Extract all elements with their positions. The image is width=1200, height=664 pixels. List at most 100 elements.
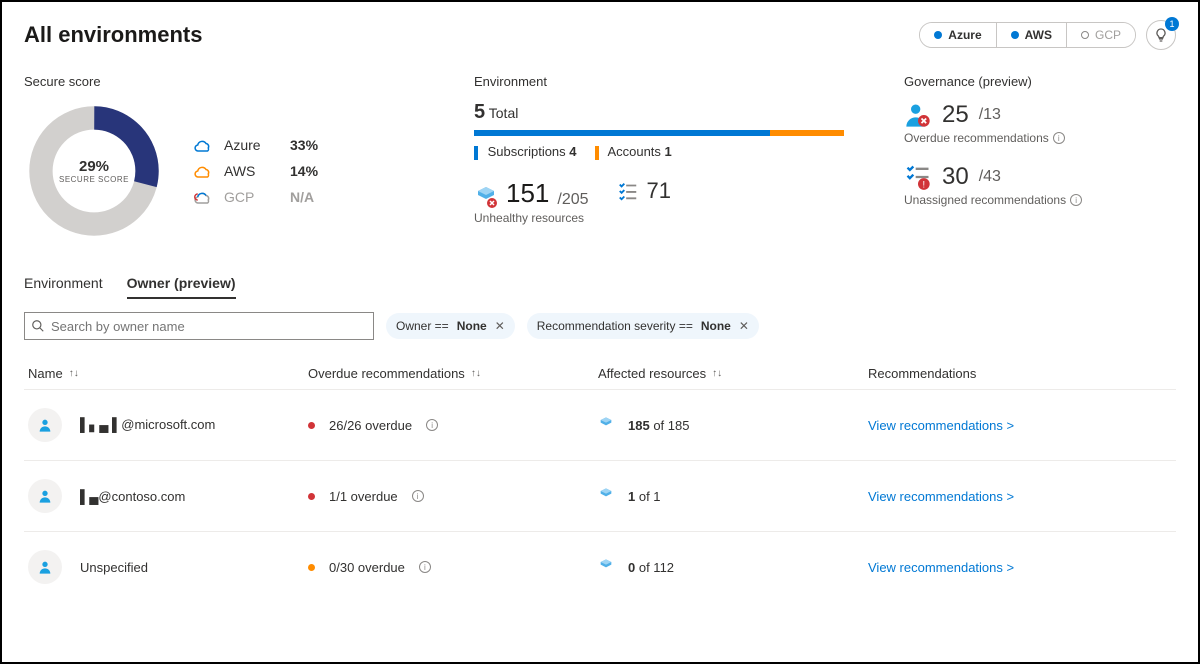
filter-gcp-label: GCP xyxy=(1095,28,1121,42)
table-row[interactable]: ▌▄@contoso.com 1/1 overdue i 1 of 1 View… xyxy=(24,460,1176,531)
environment-heading: Environment xyxy=(474,74,844,89)
resource-icon xyxy=(598,558,614,577)
insights-button[interactable]: 1 xyxy=(1146,20,1176,50)
unassigned-denom: /43 xyxy=(979,168,1001,186)
table-header: Name ↑↓ Overdue recommendations ↑↓ Affec… xyxy=(24,358,1176,389)
avatar xyxy=(28,479,62,513)
unhealthy-denom: /205 xyxy=(557,191,588,209)
filter-gcp-button[interactable]: GCP xyxy=(1066,23,1135,47)
avatar xyxy=(28,408,62,442)
legend-name: Azure xyxy=(224,137,278,153)
owner-name: ▌▄@contoso.com xyxy=(80,489,185,504)
page-title: All environments xyxy=(24,22,202,48)
filter-pill-severity[interactable]: Recommendation severity == None ✕ xyxy=(527,313,759,339)
environment-legend: Subscriptions 4 Accounts 1 xyxy=(474,144,844,160)
env-legend-label: Subscriptions xyxy=(488,144,566,159)
owner-name: Unspecified xyxy=(80,560,148,575)
close-icon[interactable]: ✕ xyxy=(495,319,505,333)
search-icon xyxy=(31,319,45,333)
filter-aws-button[interactable]: AWS xyxy=(996,23,1066,47)
column-label: Affected resources xyxy=(598,366,706,381)
close-icon[interactable]: ✕ xyxy=(739,319,749,333)
pill-label: Recommendation severity == xyxy=(537,319,693,333)
view-recommendations-link[interactable]: View recommendations > xyxy=(868,418,1014,433)
person-icon xyxy=(37,488,53,504)
info-icon[interactable]: i xyxy=(419,561,431,573)
legend-name: GCP xyxy=(224,189,278,205)
overdue-value: 1/1 overdue xyxy=(329,489,398,504)
column-recommendations: Recommendations xyxy=(868,366,1172,381)
tab-environment[interactable]: Environment xyxy=(24,269,103,299)
pill-value: None xyxy=(701,319,731,333)
env-legend-accounts: Accounts 1 xyxy=(595,144,672,160)
resources-value: 1 of 1 xyxy=(628,489,661,504)
sort-icon: ↑↓ xyxy=(471,368,481,379)
environment-total: 5 Total xyxy=(474,101,844,124)
filter-azure-label: Azure xyxy=(948,28,981,42)
secure-score-caption: SECURE SCORE xyxy=(59,175,129,184)
env-total-word: Total xyxy=(489,105,519,121)
info-icon[interactable]: i xyxy=(1070,194,1082,206)
env-legend-subscriptions: Subscriptions 4 xyxy=(474,144,577,160)
person-icon xyxy=(37,559,53,575)
insights-badge: 1 xyxy=(1165,17,1179,31)
unhealthy-resources-metric: 151/205 Unhealthy resources xyxy=(474,178,589,225)
legend-row: AWS 14% xyxy=(194,163,318,179)
filter-pill-owner[interactable]: Owner == None ✕ xyxy=(386,313,515,339)
info-icon[interactable]: i xyxy=(412,490,424,502)
severity-dot-icon xyxy=(308,422,315,429)
dot-icon xyxy=(1011,31,1019,39)
overdue-recommendations-metric: 25/13 Overdue recommendations i xyxy=(904,101,1176,145)
dot-icon xyxy=(1081,31,1089,39)
column-name[interactable]: Name ↑↓ xyxy=(28,366,308,381)
overdue-caption: Overdue recommendations xyxy=(904,131,1049,145)
column-overdue[interactable]: Overdue recommendations ↑↓ xyxy=(308,366,598,381)
unhealthy-caption: Unhealthy resources xyxy=(474,211,589,225)
column-resources[interactable]: Affected resources ↑↓ xyxy=(598,366,868,381)
legend-row: GCP N/A xyxy=(194,189,318,205)
owner-name: ▌▖▄ ▌@microsoft.com xyxy=(80,417,215,433)
table-row[interactable]: Unspecified 0/30 overdue i 0 of 112 View… xyxy=(24,531,1176,602)
checks-metric: 71 xyxy=(617,178,671,204)
info-icon[interactable]: i xyxy=(426,419,438,431)
env-bar-subscriptions xyxy=(474,130,770,136)
table-row[interactable]: ▌▖▄ ▌@microsoft.com 26/26 overdue i 185 … xyxy=(24,389,1176,460)
cloud-filter-segment: Azure AWS GCP xyxy=(919,22,1136,48)
secure-score-heading: Secure score xyxy=(24,74,414,89)
env-legend-count: 1 xyxy=(665,144,672,159)
filter-azure-button[interactable]: Azure xyxy=(920,23,995,47)
search-input[interactable] xyxy=(51,319,367,334)
resource-unhealthy-icon xyxy=(474,185,498,209)
resources-value: 185 of 185 xyxy=(628,418,689,433)
severity-dot-icon xyxy=(308,564,315,571)
unassigned-caption: Unassigned recommendations xyxy=(904,193,1066,207)
env-legend-count: 4 xyxy=(569,144,576,159)
view-recommendations-link[interactable]: View recommendations > xyxy=(868,560,1014,575)
checklist-icon xyxy=(617,180,639,202)
tab-owner[interactable]: Owner (preview) xyxy=(127,269,236,299)
overdue-value: 26/26 overdue xyxy=(329,418,412,433)
legend-name: AWS xyxy=(224,163,278,179)
cloud-azure-icon xyxy=(194,138,212,152)
sort-icon: ↑↓ xyxy=(69,368,79,379)
resource-icon xyxy=(598,416,614,435)
resource-icon xyxy=(598,487,614,506)
legend-value: 14% xyxy=(290,163,318,179)
cloud-gcp-icon xyxy=(194,190,212,204)
bar-icon xyxy=(474,146,478,160)
unassigned-big: 30 xyxy=(942,163,969,191)
secure-score-legend: Azure 33% AWS 14% GCP xyxy=(194,137,318,205)
info-icon[interactable]: i xyxy=(1053,132,1065,144)
search-box[interactable] xyxy=(24,312,374,340)
dot-icon xyxy=(934,31,942,39)
cloud-aws-icon xyxy=(194,164,212,178)
column-label: Overdue recommendations xyxy=(308,366,465,381)
pill-label: Owner == xyxy=(396,319,449,333)
filter-aws-label: AWS xyxy=(1025,28,1052,42)
governance-heading: Governance (preview) xyxy=(904,74,1176,89)
overdue-denom: /13 xyxy=(979,106,1001,124)
avatar xyxy=(28,550,62,584)
env-bar-accounts xyxy=(770,130,844,136)
view-recommendations-link[interactable]: View recommendations > xyxy=(868,489,1014,504)
resources-value: 0 of 112 xyxy=(628,560,674,575)
